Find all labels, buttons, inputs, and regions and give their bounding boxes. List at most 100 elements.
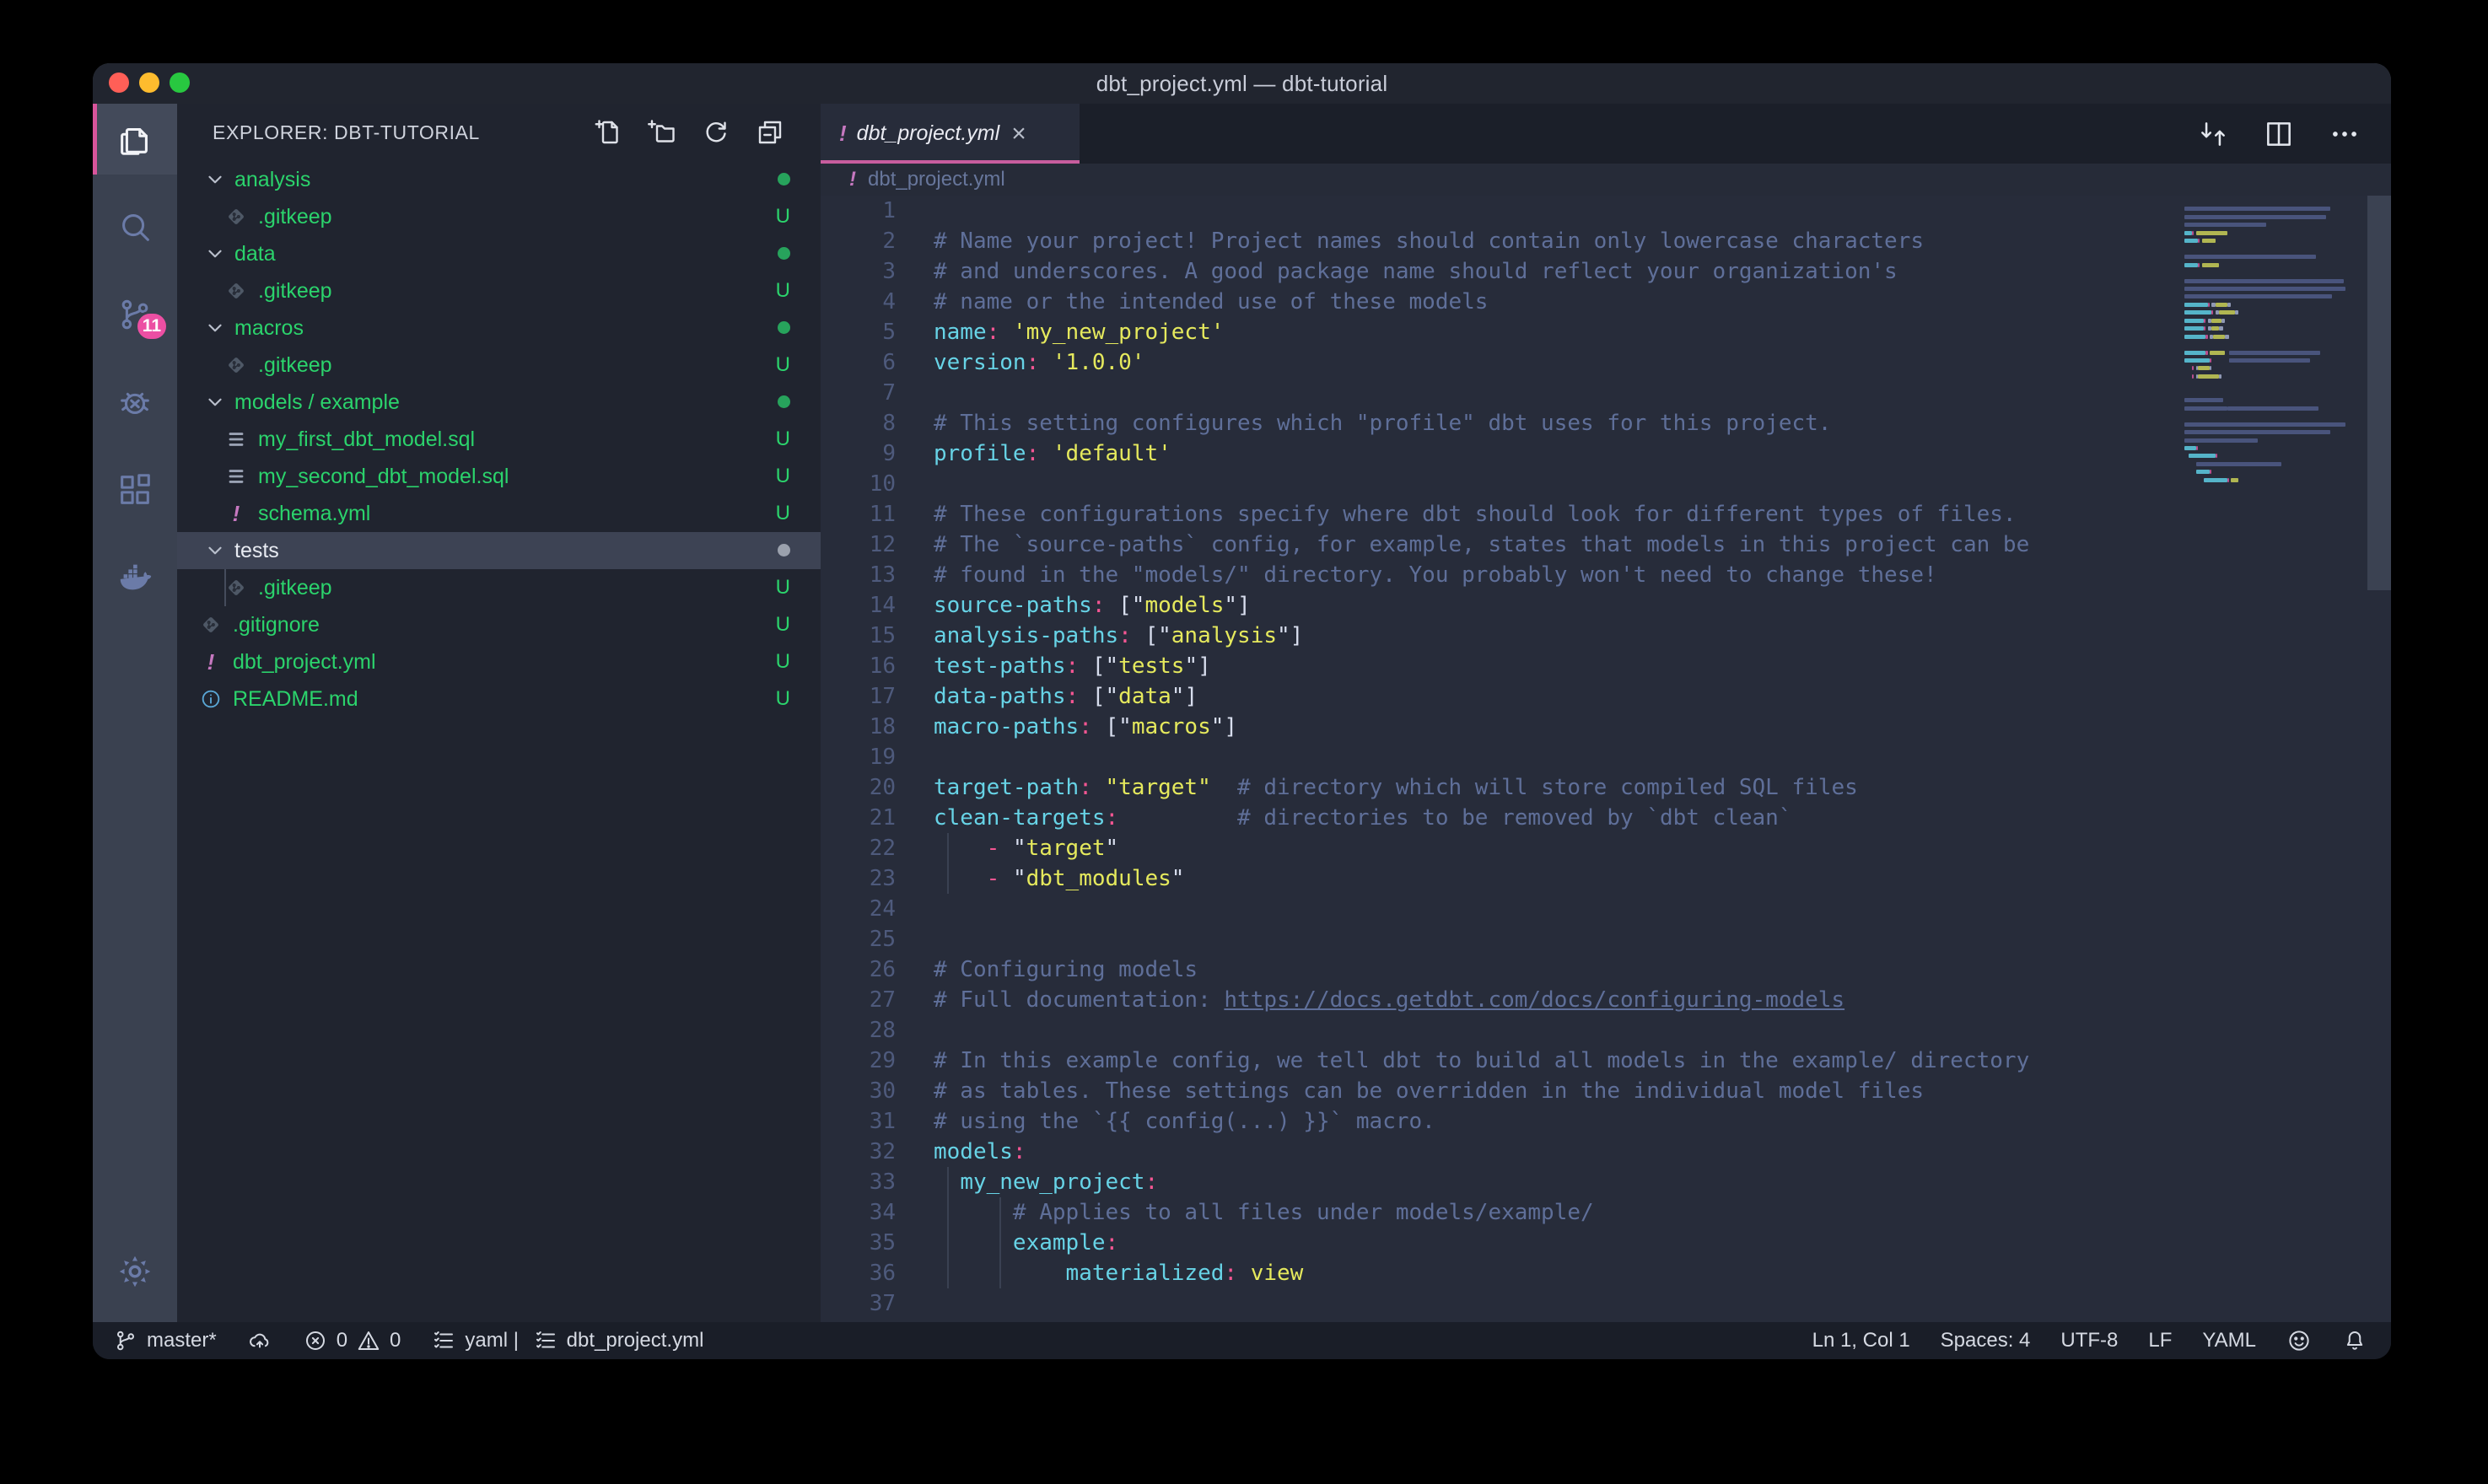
tree-folder-analysis[interactable]: analysis bbox=[177, 161, 821, 198]
status-eol[interactable]: LF bbox=[2148, 1329, 2172, 1352]
activity-item-extensions[interactable] bbox=[93, 454, 177, 525]
tree-folder-models-example[interactable]: models / example bbox=[177, 384, 821, 421]
code-line-27[interactable]: 27# Full documentation: https://docs.get… bbox=[821, 985, 2391, 1015]
code-line-11[interactable]: 11# These configurations specify where d… bbox=[821, 499, 2391, 530]
minimap-line bbox=[2184, 406, 2318, 411]
code-line-12[interactable]: 12# The `source-paths` config, for examp… bbox=[821, 530, 2391, 560]
activity-item-source-control[interactable]: 11 bbox=[93, 279, 177, 350]
tree-folder-data[interactable]: data bbox=[177, 235, 821, 272]
code-line-8[interactable]: 8# This setting configures which "profil… bbox=[821, 408, 2391, 438]
tab-dbt-project-yml[interactable]: ! dbt_project.yml × bbox=[821, 104, 1080, 164]
code-line-36[interactable]: 36 materialized: view bbox=[821, 1258, 2391, 1288]
open-changes-button[interactable] bbox=[2197, 118, 2229, 150]
code-line-16[interactable]: 16test-paths: ["tests"] bbox=[821, 651, 2391, 681]
line-text: materialized: view bbox=[934, 1258, 2391, 1288]
editor-scrollbar[interactable] bbox=[2367, 196, 2391, 590]
tree-file-schema-yml[interactable]: !schema.ymlU bbox=[177, 495, 821, 532]
code-line-13[interactable]: 13# found in the "models/" directory. Yo… bbox=[821, 560, 2391, 590]
code-line-5[interactable]: 5name: 'my_new_project' bbox=[821, 317, 2391, 347]
tree-file-my-first-dbt-model-sql[interactable]: my_first_dbt_model.sqlU bbox=[177, 421, 821, 458]
code-line-7[interactable]: 7 bbox=[821, 378, 2391, 408]
code-line-23[interactable]: 23 - "dbt_modules" bbox=[821, 863, 2391, 894]
explorer-title: EXPLORER: DBT-TUTORIAL bbox=[213, 121, 480, 144]
activity-item-docker[interactable] bbox=[93, 542, 177, 613]
indent-guide bbox=[947, 863, 949, 894]
code-line-22[interactable]: 22 - "target" bbox=[821, 833, 2391, 863]
code-line-4[interactable]: 4# name or the intended use of these mod… bbox=[821, 287, 2391, 317]
tree-file--gitkeep[interactable]: .gitkeepU bbox=[177, 198, 821, 235]
code-line-31[interactable]: 31# using the `{{ config(...) }}` macro. bbox=[821, 1106, 2391, 1137]
tree-file-readme-md[interactable]: README.mdU bbox=[177, 680, 821, 718]
status-feedback[interactable] bbox=[2286, 1328, 2312, 1353]
code-line-35[interactable]: 35 example: bbox=[821, 1228, 2391, 1258]
status-cursor-position[interactable]: Ln 1, Col 1 bbox=[1812, 1329, 1910, 1352]
activity-item-search[interactable] bbox=[93, 191, 177, 262]
sql-file-icon bbox=[224, 427, 248, 451]
close-window-button[interactable] bbox=[109, 73, 129, 93]
line-text: - "dbt_modules" bbox=[934, 863, 2391, 894]
minimap-line bbox=[2184, 239, 2216, 243]
activity-item-settings[interactable] bbox=[93, 1236, 177, 1307]
activity-bar: 11 bbox=[93, 104, 177, 1322]
minimize-window-button[interactable] bbox=[139, 73, 159, 93]
breadcrumb[interactable]: ! dbt_project.yml bbox=[821, 164, 2391, 196]
code-line-29[interactable]: 29# In this example config, we tell dbt … bbox=[821, 1046, 2391, 1076]
activity-item-debug[interactable] bbox=[93, 367, 177, 438]
new-folder-button[interactable] bbox=[647, 117, 677, 148]
code-line-3[interactable]: 3# and underscores. A good package name … bbox=[821, 256, 2391, 287]
code-line-30[interactable]: 30# as tables. These settings can be ove… bbox=[821, 1076, 2391, 1106]
code-line-1[interactable]: 1 bbox=[821, 196, 2391, 226]
tree-folder-tests[interactable]: tests bbox=[177, 532, 821, 569]
code-line-34[interactable]: 34 # Applies to all files under models/e… bbox=[821, 1197, 2391, 1228]
code-line-25[interactable]: 25 bbox=[821, 924, 2391, 954]
close-tab-icon[interactable]: × bbox=[1011, 121, 1026, 147]
line-number: 29 bbox=[821, 1046, 934, 1076]
code-line-17[interactable]: 17data-paths: ["data"] bbox=[821, 681, 2391, 712]
code-line-18[interactable]: 18macro-paths: ["macros"] bbox=[821, 712, 2391, 742]
code-line-19[interactable]: 19 bbox=[821, 742, 2391, 772]
tree-file--gitkeep[interactable]: .gitkeepU bbox=[177, 347, 821, 384]
breadcrumb-file[interactable]: dbt_project.yml bbox=[868, 168, 1005, 191]
code-line-28[interactable]: 28 bbox=[821, 1015, 2391, 1046]
minimap[interactable] bbox=[2184, 196, 2367, 1322]
code-line-37[interactable]: 37 bbox=[821, 1288, 2391, 1319]
code-line-32[interactable]: 32models: bbox=[821, 1137, 2391, 1167]
tree-file--gitignore[interactable]: .gitignoreU bbox=[177, 606, 821, 643]
split-editor-button[interactable] bbox=[2263, 118, 2295, 150]
status-indentation[interactable]: Spaces: 4 bbox=[1941, 1329, 2031, 1352]
code-line-20[interactable]: 20target-path: "target" # directory whic… bbox=[821, 772, 2391, 803]
code-line-10[interactable]: 10 bbox=[821, 469, 2391, 499]
code-line-15[interactable]: 15analysis-paths: ["analysis"] bbox=[821, 621, 2391, 651]
more-actions-button[interactable] bbox=[2329, 118, 2361, 150]
line-text bbox=[934, 894, 2391, 924]
code-line-24[interactable]: 24 bbox=[821, 894, 2391, 924]
item-label: dbt_project.yml bbox=[233, 650, 376, 675]
tree-file--gitkeep[interactable]: .gitkeepU bbox=[177, 569, 821, 606]
status-publish-changes[interactable] bbox=[247, 1328, 272, 1353]
tree-file-my-second-dbt-model-sql[interactable]: my_second_dbt_model.sqlU bbox=[177, 458, 821, 495]
code-editor[interactable]: 12# Name your project! Project names sho… bbox=[821, 196, 2391, 1322]
new-file-button[interactable] bbox=[593, 117, 623, 148]
tree-folder-macros[interactable]: macros bbox=[177, 309, 821, 347]
status-tasks[interactable]: yaml | dbt_project.yml bbox=[431, 1328, 703, 1353]
code-line-6[interactable]: 6version: '1.0.0' bbox=[821, 347, 2391, 378]
code-line-33[interactable]: 33 my_new_project: bbox=[821, 1167, 2391, 1197]
code-line-2[interactable]: 2# Name your project! Project names shou… bbox=[821, 226, 2391, 256]
status-notifications[interactable] bbox=[2342, 1328, 2367, 1353]
status-language-mode[interactable]: YAML bbox=[2202, 1329, 2256, 1352]
line-number: 9 bbox=[821, 438, 934, 469]
code-line-14[interactable]: 14source-paths: ["models"] bbox=[821, 590, 2391, 621]
status-git-branch[interactable]: master* bbox=[113, 1328, 217, 1353]
status-encoding[interactable]: UTF-8 bbox=[2060, 1329, 2118, 1352]
refresh-explorer-button[interactable] bbox=[701, 117, 731, 148]
code-line-21[interactable]: 21clean-targets: # directories to be rem… bbox=[821, 803, 2391, 833]
tree-file-dbt-project-yml[interactable]: !dbt_project.ymlU bbox=[177, 643, 821, 680]
code-line-26[interactable]: 26# Configuring models bbox=[821, 954, 2391, 985]
collapse-folders-button[interactable] bbox=[755, 117, 785, 148]
code-line-9[interactable]: 9profile: 'default' bbox=[821, 438, 2391, 469]
minimap-line bbox=[2184, 326, 2223, 331]
status-problems[interactable]: 00 bbox=[303, 1328, 401, 1353]
tree-file--gitkeep[interactable]: .gitkeepU bbox=[177, 272, 821, 309]
zoom-window-button[interactable] bbox=[170, 73, 190, 93]
activity-item-explorer[interactable] bbox=[93, 104, 177, 175]
